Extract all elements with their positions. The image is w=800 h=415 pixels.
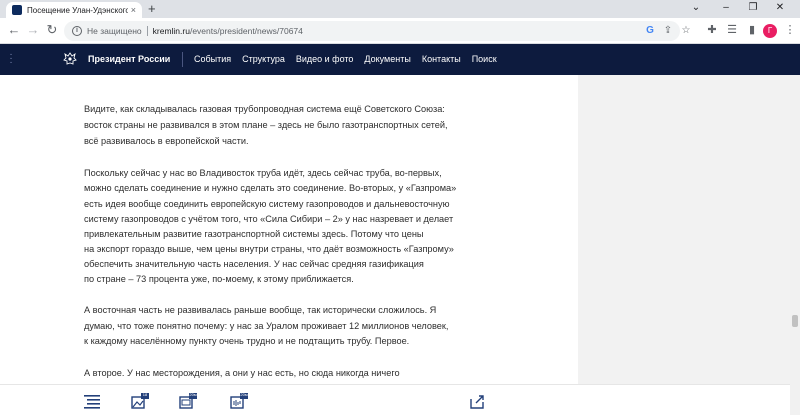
reload-button[interactable]: ↻ [44, 23, 60, 37]
nav-contacts[interactable]: Контакты [422, 54, 461, 64]
tab-title: Посещение Улан-Удэнского ав [27, 5, 128, 15]
sidepanel-icon[interactable]: ▮ [744, 24, 760, 37]
article-line: привлекательным развитие газотранспортно… [84, 229, 424, 239]
new-tab-button[interactable]: + [148, 2, 156, 16]
url-text[interactable]: kremlin.ru/events/president/news/70674 [153, 26, 303, 36]
site-header: · · · Президент России События Структура В… [0, 44, 800, 75]
audio-duration-badge: 20м [240, 392, 248, 397]
extensions-icon[interactable]: ✚ [704, 24, 720, 37]
article-line: А восточная часть не развивалась раньше … [84, 305, 437, 315]
kremlin-favicon-icon [12, 5, 22, 15]
article-line: обеспечить значительную часть населения.… [84, 259, 424, 269]
star-icon[interactable]: ☆ [680, 25, 692, 36]
article-line: Видите, как складывалась газовая трубопр… [84, 104, 445, 114]
site-title[interactable]: Президент России [88, 54, 170, 64]
article-line: всё развивалось в европейской части. [84, 136, 249, 146]
video-duration-badge: 20м [189, 392, 197, 397]
article-line: по стране – 73 процента уже, по-моему, к… [84, 274, 354, 284]
article-line: систему газопроводов с учётом того, что … [84, 214, 454, 224]
article-line: можно сделать соединение и нужно сделать… [84, 183, 457, 193]
article-line: на экспорт гораздо выше, чем цены внутри… [84, 244, 454, 254]
close-window-button[interactable]: ✕ [771, 1, 789, 15]
tab-close-icon[interactable]: × [131, 5, 136, 15]
article-line: Поскольку сейчас у нас во Владивосток тр… [84, 168, 442, 178]
url-path: /events/president/news/70674 [189, 26, 303, 36]
url-host: kremlin.ru [152, 26, 190, 36]
maximize-button[interactable]: ❐ [744, 1, 762, 15]
article-line: восток страны не развивался в этом плане… [84, 120, 448, 130]
article-body: Видите, как складывалась газовая трубопр… [0, 75, 578, 384]
article-line: думаю, что тоже понятно почему: у нас за… [84, 321, 449, 331]
divider [146, 26, 148, 36]
more-icon[interactable]: ⋮ [782, 24, 798, 37]
nav-search[interactable]: Поиск [472, 54, 497, 64]
page-scrollbar[interactable] [790, 75, 800, 415]
menu-dots-icon[interactable]: · · · [8, 50, 14, 68]
share-icon[interactable] [468, 393, 486, 409]
nav-events[interactable]: События [194, 54, 231, 64]
profile-avatar[interactable]: Г [763, 24, 777, 38]
nav-documents[interactable]: Документы [364, 54, 410, 64]
photo-count-badge: 18 [142, 392, 148, 397]
bottom-bar: 18 20м 20м [0, 384, 790, 415]
article-line: к каждому населённому пункту очень трудн… [84, 336, 410, 346]
article-line: А второе. У нас месторождения, а они у н… [84, 368, 400, 378]
browser-tab[interactable]: Посещение Улан-Удэнского ав × [6, 2, 142, 18]
address-bar[interactable]: i Не защищено kremlin.ru/events/presiden… [64, 21, 690, 41]
article-line: есть идея вообще соединить европейскую с… [84, 199, 450, 209]
scrollbar-thumb[interactable] [792, 315, 798, 327]
header-divider [182, 52, 183, 67]
reading-list-icon[interactable]: ☰ [724, 24, 740, 37]
share-icon[interactable]: ⇪ [662, 25, 674, 36]
browser-toolbar: ← → ↻ i Не защищено kremlin.ru/events/pr… [0, 18, 800, 44]
security-label: Не защищено [87, 26, 142, 36]
google-icon[interactable]: G [644, 25, 656, 36]
nav-video-photo[interactable]: Видео и фото [296, 54, 354, 64]
forward-button[interactable]: → [25, 23, 41, 37]
tab-strip: Посещение Улан-Удэнского ав × + ⌄ – ❐ ✕ [0, 0, 800, 18]
right-sidebar [578, 75, 790, 384]
info-icon[interactable]: i [72, 26, 82, 36]
back-button[interactable]: ← [6, 23, 22, 37]
minimize-button[interactable]: – [717, 1, 735, 15]
nav-structure[interactable]: Структура [242, 54, 285, 64]
text-icon[interactable] [83, 393, 101, 409]
tab-search-icon[interactable]: ⌄ [687, 1, 705, 15]
site-nav: События Структура Видео и фото Документы… [194, 54, 508, 64]
emblem-icon[interactable] [62, 51, 78, 67]
